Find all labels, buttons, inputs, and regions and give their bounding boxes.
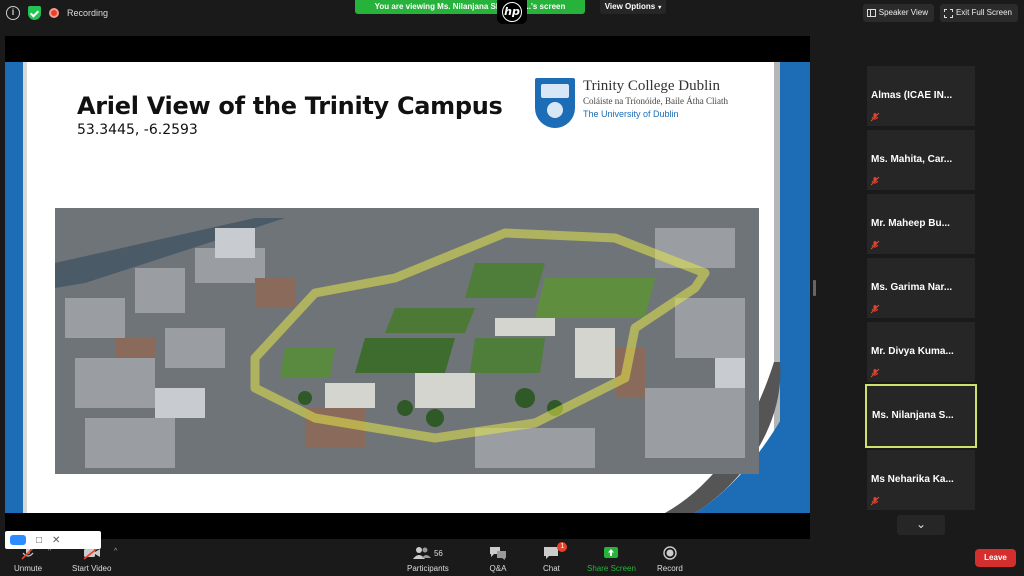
exit-fullscreen-icon	[943, 8, 953, 18]
participant-tile[interactable]: Almas (ICAE IN...	[867, 66, 975, 126]
chat-unread-badge: 1	[557, 542, 568, 552]
muted-mic-icon	[870, 240, 880, 250]
share-screen-icon	[603, 544, 619, 562]
viewing-screen-banner: You are viewing Ms. Nilanjana Shi... y C…	[355, 0, 585, 14]
participants-icon: 56	[412, 544, 443, 562]
hp-logo-text: hp	[502, 2, 522, 22]
speaker-view-label: Speaker View	[878, 8, 928, 17]
meeting-toolbar: Unmute ^ Start Video ^ 56 Participants Q…	[0, 540, 1024, 576]
qa-label: Q&A	[489, 564, 507, 573]
speaker-view-button[interactable]: Speaker View	[862, 4, 934, 22]
share-screen-label: Share Screen	[587, 564, 636, 573]
muted-mic-icon	[870, 496, 880, 506]
slide-right-bar	[780, 62, 810, 513]
meeting-status-group: i Recording	[6, 6, 108, 20]
aerial-campus-photo	[55, 208, 759, 474]
audio-options-caret-icon[interactable]: ^	[48, 548, 51, 555]
unmute-label: Unmute	[14, 564, 43, 573]
participant-name: Mr. Divya Kuma...	[871, 346, 954, 357]
recording-icon	[49, 8, 59, 18]
qa-icon	[489, 544, 507, 562]
muted-mic-icon	[870, 112, 880, 122]
participant-name: Mr. Maheep Bu...	[871, 218, 950, 229]
record-icon	[663, 544, 677, 562]
minimized-zoom-window[interactable]: □ ✕	[5, 531, 101, 549]
logo-name: Trinity College Dublin	[583, 78, 720, 94]
hp-logo: hp	[497, 0, 527, 24]
participant-tile[interactable]: Ms. Mahita, Car...	[867, 130, 975, 190]
trinity-college-logo: Trinity College Dublin Coláiste na Tríon…	[535, 78, 728, 128]
presentation-slide: Ariel View of the Trinity Campus 53.3445…	[5, 62, 810, 513]
share-screen-button[interactable]: Share Screen	[587, 544, 636, 573]
zoom-icon	[10, 535, 26, 545]
chat-label: Chat	[543, 564, 560, 573]
info-icon[interactable]: i	[6, 6, 20, 20]
logo-university: The University of Dublin	[583, 109, 679, 119]
record-label: Record	[657, 564, 683, 573]
slide-title: Ariel View of the Trinity Campus	[77, 92, 503, 120]
muted-mic-icon	[870, 304, 880, 314]
start-video-label: Start Video	[72, 564, 112, 573]
crest-icon	[535, 78, 575, 128]
exit-full-screen-label: Exit Full Screen	[955, 8, 1012, 17]
top-bar: i Recording You are viewing Ms. Nilanjan…	[0, 0, 1024, 28]
video-options-caret-icon[interactable]: ^	[114, 548, 117, 555]
shared-screen: Ariel View of the Trinity Campus 53.3445…	[5, 36, 810, 539]
panel-splitter[interactable]	[813, 280, 816, 296]
participants-label: Participants	[407, 564, 449, 573]
security-shield-icon[interactable]	[28, 6, 41, 20]
zoom-meeting-window: i Recording You are viewing Ms. Nilanjan…	[0, 0, 1024, 576]
recording-label: Recording	[67, 8, 109, 18]
view-options-button[interactable]: View Options ▾	[600, 0, 666, 14]
muted-mic-icon	[870, 176, 880, 186]
view-options-label: View Options	[604, 2, 656, 11]
slide-left-bar	[5, 62, 23, 513]
participant-name: Almas (ICAE IN...	[871, 90, 953, 101]
participant-name: Ms. Nilanjana S...	[872, 410, 954, 421]
restore-icon[interactable]: □	[36, 535, 42, 546]
chevron-down-icon: ⌄	[915, 517, 927, 531]
participants-count: 56	[433, 548, 443, 558]
chevron-down-icon: ▾	[658, 5, 662, 11]
chat-icon: 1	[543, 542, 568, 562]
participant-name: Ms. Garima Nar...	[871, 282, 953, 293]
record-button[interactable]: Record	[657, 544, 683, 573]
participant-name: Ms Neharika Ka...	[871, 474, 954, 485]
participant-tile[interactable]: Ms. Garima Nar...	[867, 258, 975, 318]
participant-tile[interactable]: Ms Neharika Ka...	[867, 450, 975, 510]
chat-button[interactable]: 1 Chat	[543, 542, 568, 573]
participants-button[interactable]: 56 Participants	[407, 544, 449, 573]
muted-mic-icon	[870, 368, 880, 378]
participant-name: Ms. Mahita, Car...	[871, 154, 953, 165]
participant-tile-active-speaker[interactable]: Ms. Nilanjana S...	[865, 384, 977, 448]
leave-button[interactable]: Leave	[975, 549, 1016, 567]
view-controls: Speaker View Exit Full Screen	[862, 4, 1018, 22]
participant-tile[interactable]: Mr. Divya Kuma...	[867, 322, 975, 382]
grid-icon	[866, 9, 876, 17]
slide-left-bar-inner	[23, 62, 27, 513]
logo-text: Trinity College Dublin Coláiste na Tríon…	[583, 78, 728, 119]
qa-button[interactable]: Q&A	[489, 544, 507, 573]
close-icon[interactable]: ✕	[52, 535, 60, 546]
scroll-down-button[interactable]: ⌄	[897, 515, 945, 535]
participant-tile[interactable]: Mr. Maheep Bu...	[867, 194, 975, 254]
exit-full-screen-button[interactable]: Exit Full Screen	[939, 4, 1018, 22]
logo-irish-name: Coláiste na Tríonóide, Baile Átha Cliath	[583, 96, 728, 106]
slide-coordinates: 53.3445, -6.2593	[77, 122, 198, 138]
